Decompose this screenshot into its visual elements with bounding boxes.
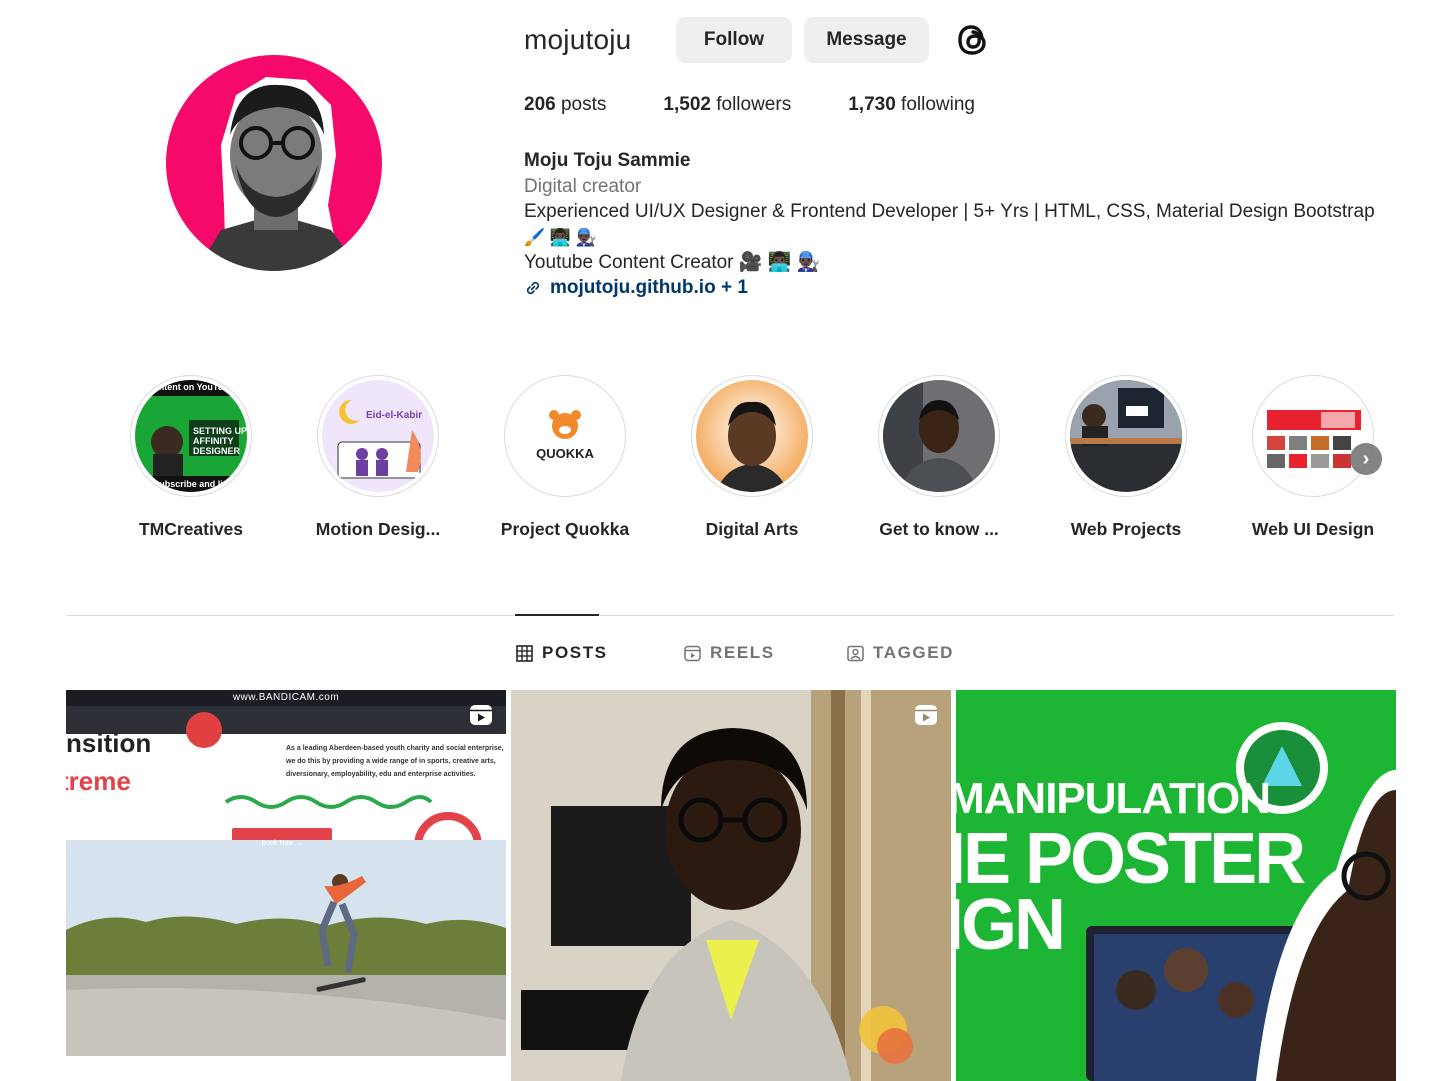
highlight-label: Get to know ...	[879, 519, 999, 539]
message-button[interactable]: Message	[804, 17, 929, 63]
tab-reels[interactable]: REELS	[684, 643, 775, 663]
highlight-label: Project Quokka	[500, 519, 630, 539]
bio-link[interactable]: mojutoju.github.io + 1	[524, 275, 1424, 301]
highlight-get-to-know[interactable]: Get to know ...	[844, 375, 1034, 540]
posts-grid: www.BANDICAM.com nsition treme As a lead…	[66, 690, 1396, 1081]
highlight-tmcreatives[interactable]: SETTING UP AFFINITY DESIGNER ntent on Yo…	[96, 375, 286, 540]
full-name: Moju Toju Sammie	[524, 150, 691, 171]
highlight-cover-text: QUOKKA	[536, 446, 594, 461]
post-headline-2: treme	[66, 766, 131, 796]
post-headline-1: MANIPULATION	[956, 774, 1271, 823]
post-headline-1: nsition	[66, 728, 152, 758]
highlight-web-projects[interactable]: Web Projects	[1031, 375, 1221, 540]
svg-text:DESIGNER: DESIGNER	[193, 446, 241, 456]
avatar-portrait	[196, 77, 361, 271]
highlight-label: Digital Arts	[705, 519, 799, 539]
post-image	[511, 690, 951, 1081]
tab-tagged-label: TAGGED	[873, 643, 955, 662]
section-divider	[66, 615, 1394, 616]
bio-line-1: Experienced UI/UX Designer & Frontend De…	[524, 201, 1375, 222]
bio-line-3: Youtube Content Creator 🎥 👨🏿‍💻 👨🏿‍🔧	[524, 251, 821, 273]
avatar	[166, 55, 382, 271]
category-label: Digital creator	[524, 175, 642, 197]
post-cta-text: Book Now →	[261, 840, 303, 847]
highlight-label: TMCreatives	[138, 519, 244, 539]
follow-button[interactable]: Follow	[676, 17, 792, 63]
highlight-digital-arts[interactable]: Digital Arts	[657, 375, 847, 540]
reel-icon	[470, 705, 492, 725]
story-highlights: SETTING UP AFFINITY DESIGNER ntent on Yo…	[96, 375, 1406, 545]
threads-icon[interactable]	[955, 21, 993, 59]
post-tile[interactable]: MANIPULATION IE POSTER IGN	[956, 690, 1396, 1081]
highlight-cover	[883, 380, 995, 492]
post-headline-3: IGN	[956, 885, 1066, 965]
grid-icon	[516, 644, 533, 662]
username: mojutoju	[524, 24, 632, 55]
highlight-label: Web UI Design	[1251, 519, 1375, 539]
reels-icon	[684, 645, 701, 661]
tab-reels-label: REELS	[710, 643, 775, 662]
bio-line-2: 🖌️ 👨🏿‍💻 👨🏿‍🔧	[524, 227, 597, 247]
profile-avatar[interactable]	[166, 55, 382, 271]
highlight-cover-top-text: ntent on YouTu	[158, 382, 224, 392]
svg-text:AFFINITY: AFFINITY	[193, 436, 234, 446]
highlight-project-quokka[interactable]: QUOKKA Project Quokka	[470, 375, 660, 540]
highlight-cover	[1257, 380, 1369, 492]
highlight-cover: SETTING UP AFFINITY DESIGNER ntent on Yo…	[135, 380, 247, 492]
post-tile[interactable]: www.BANDICAM.com nsition treme As a lead…	[66, 690, 506, 1081]
highlight-cover	[696, 380, 808, 492]
highlight-cover-bottom-text: ubscribe and li	[159, 479, 223, 489]
chevron-right-icon[interactable]: ›	[1350, 443, 1382, 475]
reel-icon	[915, 705, 937, 725]
profile-tabs: POSTS REELS TAGGED	[0, 643, 1440, 667]
highlight-label: Web Projects	[1070, 519, 1182, 539]
bio-link-text[interactable]: mojutoju.github.io + 1	[550, 275, 748, 301]
active-tab-indicator	[515, 614, 599, 616]
tab-posts-label: POSTS	[542, 643, 608, 662]
tagged-icon	[847, 645, 864, 661]
following-count[interactable]: 1,730 following	[848, 94, 975, 116]
tab-tagged[interactable]: TAGGED	[847, 643, 954, 663]
highlight-cover-text: Eid-el-Kabir	[366, 410, 423, 421]
followers-count[interactable]: 1,502 followers	[663, 94, 791, 116]
post-banner-text: www.BANDICAM.com	[232, 692, 340, 703]
highlight-cover: Eid-el-Kabir	[322, 380, 434, 492]
post-tile[interactable]	[511, 690, 951, 1081]
posts-count[interactable]: 206 posts	[524, 94, 606, 116]
highlight-cover: QUOKKA	[509, 380, 621, 492]
highlight-cover	[1070, 380, 1182, 492]
profile-stats: 206 posts 1,502 followers 1,730 followin…	[524, 94, 1032, 116]
svg-text:SETTING UP: SETTING UP	[193, 426, 247, 436]
highlight-motion-design[interactable]: Eid-el-Kabir Motion Desig...	[283, 375, 473, 540]
link-icon	[524, 279, 542, 297]
tab-posts[interactable]: POSTS	[516, 643, 608, 663]
highlight-label: Motion Desig...	[315, 519, 441, 539]
profile-bio: Moju Toju Sammie Digital creator Experie…	[524, 148, 1424, 301]
post-body-text: As a leading Aberdeen-based youth charit…	[286, 745, 504, 778]
